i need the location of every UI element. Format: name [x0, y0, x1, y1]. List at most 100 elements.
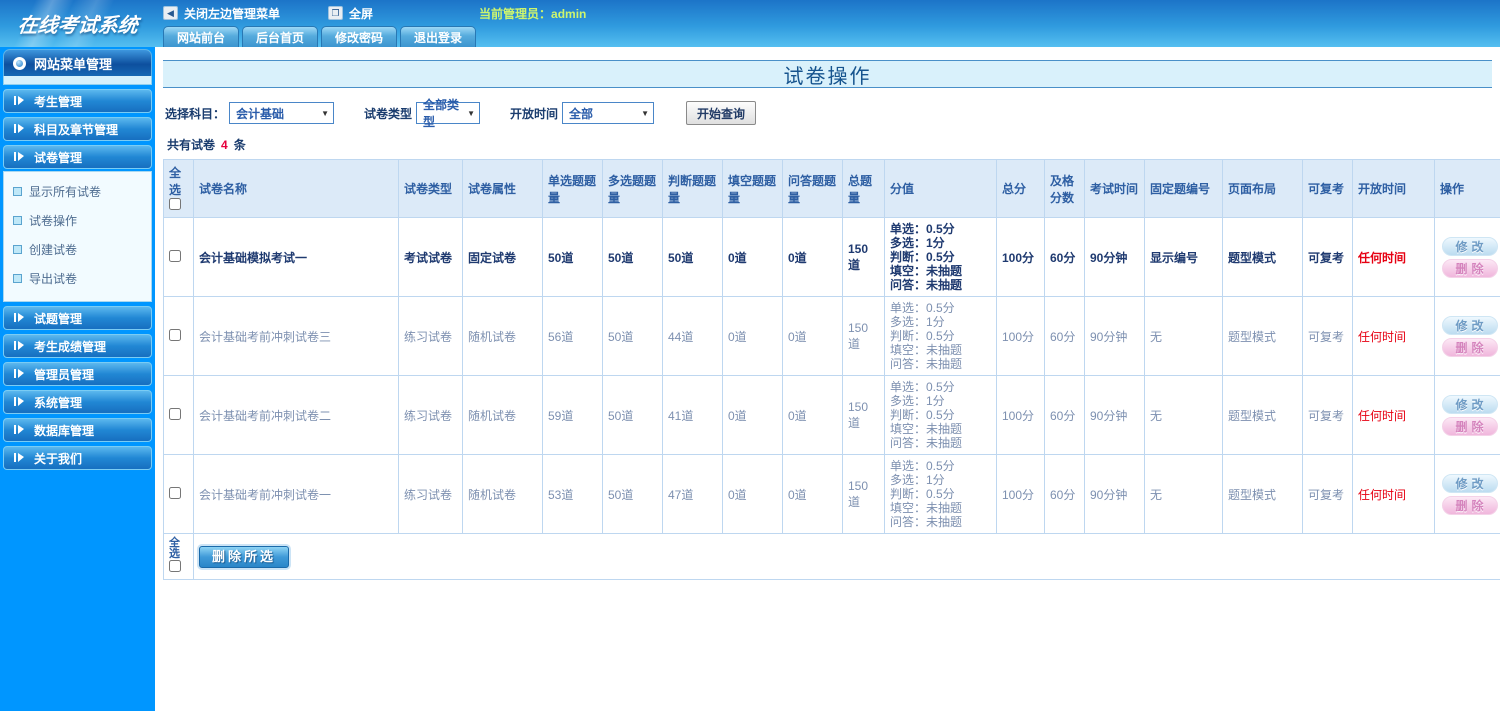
open-time-select[interactable]: 全部 ▼ [562, 102, 655, 124]
delete-button[interactable]: 删除 [1441, 416, 1498, 436]
sidebar-menu-item[interactable]: 关于我们 [3, 446, 152, 470]
row-checkbox[interactable] [169, 407, 181, 420]
qa-count: 0道 [782, 375, 843, 455]
judge-count: 50道 [662, 217, 723, 297]
sidebar-menu-label: 数据库管理 [34, 423, 95, 438]
topbar-tab[interactable]: 退出登录 [400, 26, 477, 47]
fullscreen-button[interactable]: ❐ 全屏 [328, 5, 373, 22]
delete-button[interactable]: 删除 [1441, 258, 1498, 278]
delete-button[interactable]: 删除 [1441, 495, 1498, 515]
sidebar-menu-item[interactable]: 考生成绩管理 [3, 334, 152, 358]
fixed-number: 无 [1144, 296, 1223, 376]
sidebar-menu-item[interactable]: 考生管理 [3, 89, 152, 113]
tab-label: 网站前台 [177, 30, 226, 45]
sidebar-menu-item[interactable]: 试卷管理 [3, 145, 152, 169]
play-icon [14, 152, 26, 162]
footer-actions: 删除所选 [193, 533, 1500, 580]
pass-score: 60分 [1044, 454, 1085, 534]
sidebar-submenu-item[interactable]: 创建试卷 [4, 235, 151, 264]
total-count: 150道 [842, 375, 885, 455]
open-time: 任何时间 [1352, 454, 1435, 534]
row-actions: 修改 删除 [1434, 296, 1500, 376]
sidebar-submenu-item[interactable]: 试卷操作 [4, 206, 151, 235]
subject-select[interactable]: 会计基础 ▼ [229, 102, 335, 124]
topbar-tab[interactable]: 修改密码 [321, 26, 398, 47]
page-layout: 题型模式 [1222, 296, 1303, 376]
paper-name: 会计基础考前冲刺试卷二 [193, 375, 399, 455]
fill-blank-count: 0道 [722, 296, 783, 376]
row-checkbox[interactable] [169, 328, 181, 341]
modify-button[interactable]: 修改 [1441, 394, 1498, 414]
footer-select-all-label: 全选 [169, 537, 180, 560]
sidebar-header-label: 网站菜单管理 [34, 56, 113, 72]
delete-button[interactable]: 删除 [1441, 337, 1498, 357]
paper-type-select[interactable]: 全部类型 ▼ [416, 98, 481, 129]
tab-label: 修改密码 [335, 30, 384, 45]
select-all-checkbox[interactable] [169, 198, 181, 210]
sidebar-menu-label: 科目及章节管理 [34, 122, 119, 137]
open-time: 任何时间 [1352, 296, 1435, 376]
topbar-tab[interactable]: 网站前台 [163, 26, 240, 47]
single-choice-count: 53道 [542, 454, 603, 534]
sidebar-menu-item[interactable]: 数据库管理 [3, 418, 152, 442]
sidebar-submenu-item[interactable]: 导出试卷 [4, 264, 151, 293]
page-layout: 题型模式 [1222, 375, 1303, 455]
sidebar-submenu-item[interactable]: 显示所有试卷 [4, 177, 151, 206]
topbar-tabs: 网站前台 后台首页 修改密码 退出登录 [155, 25, 1500, 47]
summary-prefix: 共有试卷 [167, 138, 216, 152]
column-header: 填空题题量 [722, 159, 783, 218]
judge-count: 47道 [662, 454, 723, 534]
topbar-tab[interactable]: 后台首页 [242, 26, 319, 47]
qa-count: 0道 [782, 454, 843, 534]
sidebar-menu-label: 试卷管理 [34, 150, 83, 165]
modify-button[interactable]: 修改 [1441, 315, 1498, 335]
row-checkbox[interactable] [169, 249, 181, 262]
sidebar-submenu-label: 显示所有试卷 [29, 185, 102, 199]
tab-label: 后台首页 [256, 30, 305, 45]
topbar: ◀ 关闭左边管理菜单 ❐ 全屏 当前管理员：admin [155, 0, 1500, 26]
play-icon [14, 397, 26, 407]
column-header: 开放时间 [1352, 159, 1435, 218]
column-header: 操作 [1434, 159, 1500, 218]
play-icon [14, 341, 26, 351]
pass-score: 60分 [1044, 217, 1085, 297]
total-score: 100分 [996, 375, 1045, 455]
close-left-menu-button[interactable]: ◀ 关闭左边管理菜单 [163, 5, 280, 22]
paper-type-label: 试卷类型 [364, 106, 413, 121]
sidebar-menu-label: 考生成绩管理 [34, 339, 107, 354]
app-logo: 在线考试系统 [0, 0, 155, 47]
square-bullet-icon [13, 216, 22, 225]
paper-submenu: 显示所有试卷 试卷操作 创建试卷 导出试卷 [3, 171, 152, 302]
paper-name: 会计基础考前冲刺试卷一 [193, 454, 399, 534]
paper-name: 会计基础考前冲刺试卷三 [193, 296, 399, 376]
modify-button[interactable]: 修改 [1441, 473, 1498, 493]
modify-button[interactable]: 修改 [1441, 236, 1498, 256]
multi-choice-count: 50道 [602, 217, 663, 297]
table-header-row: 全选 试卷名称 试卷类型 试卷属性 单选题题量 多选题题量 判断题题量 填空题题量 问答题题量… [163, 159, 1500, 218]
sidebar-menu-item[interactable]: 试题管理 [3, 306, 152, 330]
footer-select-all-checkbox[interactable] [169, 560, 181, 572]
column-header: 试卷属性 [462, 159, 543, 218]
row-check-cell [163, 296, 194, 376]
column-header: 考试时间 [1084, 159, 1145, 218]
sidebar-menu-item[interactable]: 科目及章节管理 [3, 117, 152, 141]
current-admin-label: 当前管理员：admin [479, 6, 587, 21]
retake-allowed: 可复考 [1302, 296, 1353, 376]
sidebar-strip [3, 76, 152, 85]
sidebar-menu-item[interactable]: 管理员管理 [3, 362, 152, 386]
paper-type: 练习试卷 [398, 454, 463, 534]
exam-time: 90分钟 [1084, 454, 1145, 534]
open-time: 任何时间 [1352, 375, 1435, 455]
fill-blank-count: 0道 [722, 375, 783, 455]
column-header: 总分 [996, 159, 1045, 218]
sidebar-menu-item[interactable]: 系统管理 [3, 390, 152, 414]
row-checkbox[interactable] [169, 486, 181, 499]
delete-selected-button[interactable]: 删除所选 [199, 545, 290, 568]
app-logo-text: 在线考试系统 [16, 13, 139, 37]
query-button[interactable]: 开始查询 [686, 101, 757, 125]
table-footer-row: 全选 删除所选 [163, 533, 1500, 580]
paper-attribute: 随机试卷 [462, 375, 543, 455]
table-row: 会计基础模拟考试一 考试试卷 固定试卷 50道 50道 50道 0道 0道 15… [163, 217, 1500, 297]
qa-count: 0道 [782, 217, 843, 297]
total-count: 150道 [842, 454, 885, 534]
